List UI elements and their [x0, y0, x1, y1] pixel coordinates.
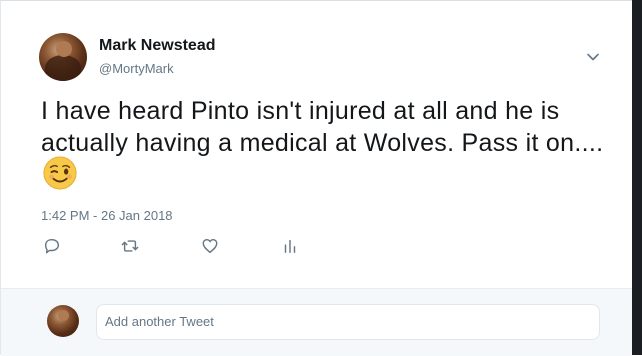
tweet-card: Mark Newstead @MortyMark I have heard Pi…: [0, 0, 633, 356]
tweet-actions: [41, 237, 341, 261]
tweet-text: I have heard Pinto isn't injured at all …: [41, 97, 604, 157]
chevron-down-icon[interactable]: [585, 49, 601, 65]
author-avatar[interactable]: [39, 33, 87, 81]
tweet-timestamp[interactable]: 1:42 PM - 26 Jan 2018: [41, 208, 173, 223]
analytics-icon[interactable]: [281, 237, 303, 259]
author-name[interactable]: Mark Newstead: [99, 37, 216, 55]
reply-icon[interactable]: [43, 237, 65, 259]
tweet-header: Mark Newstead @MortyMark: [39, 33, 619, 83]
tweet-body: I have heard Pinto isn't injured at all …: [41, 95, 611, 191]
winking-face-icon: [43, 156, 77, 190]
author-handle[interactable]: @MortyMark: [99, 61, 174, 76]
reply-footer: Add another Tweet: [1, 288, 633, 356]
add-tweet-input[interactable]: Add another Tweet: [96, 304, 600, 340]
window-edge: [632, 0, 642, 355]
user-avatar: [47, 305, 79, 337]
heart-icon[interactable]: [201, 237, 223, 259]
retweet-icon[interactable]: [121, 237, 143, 259]
